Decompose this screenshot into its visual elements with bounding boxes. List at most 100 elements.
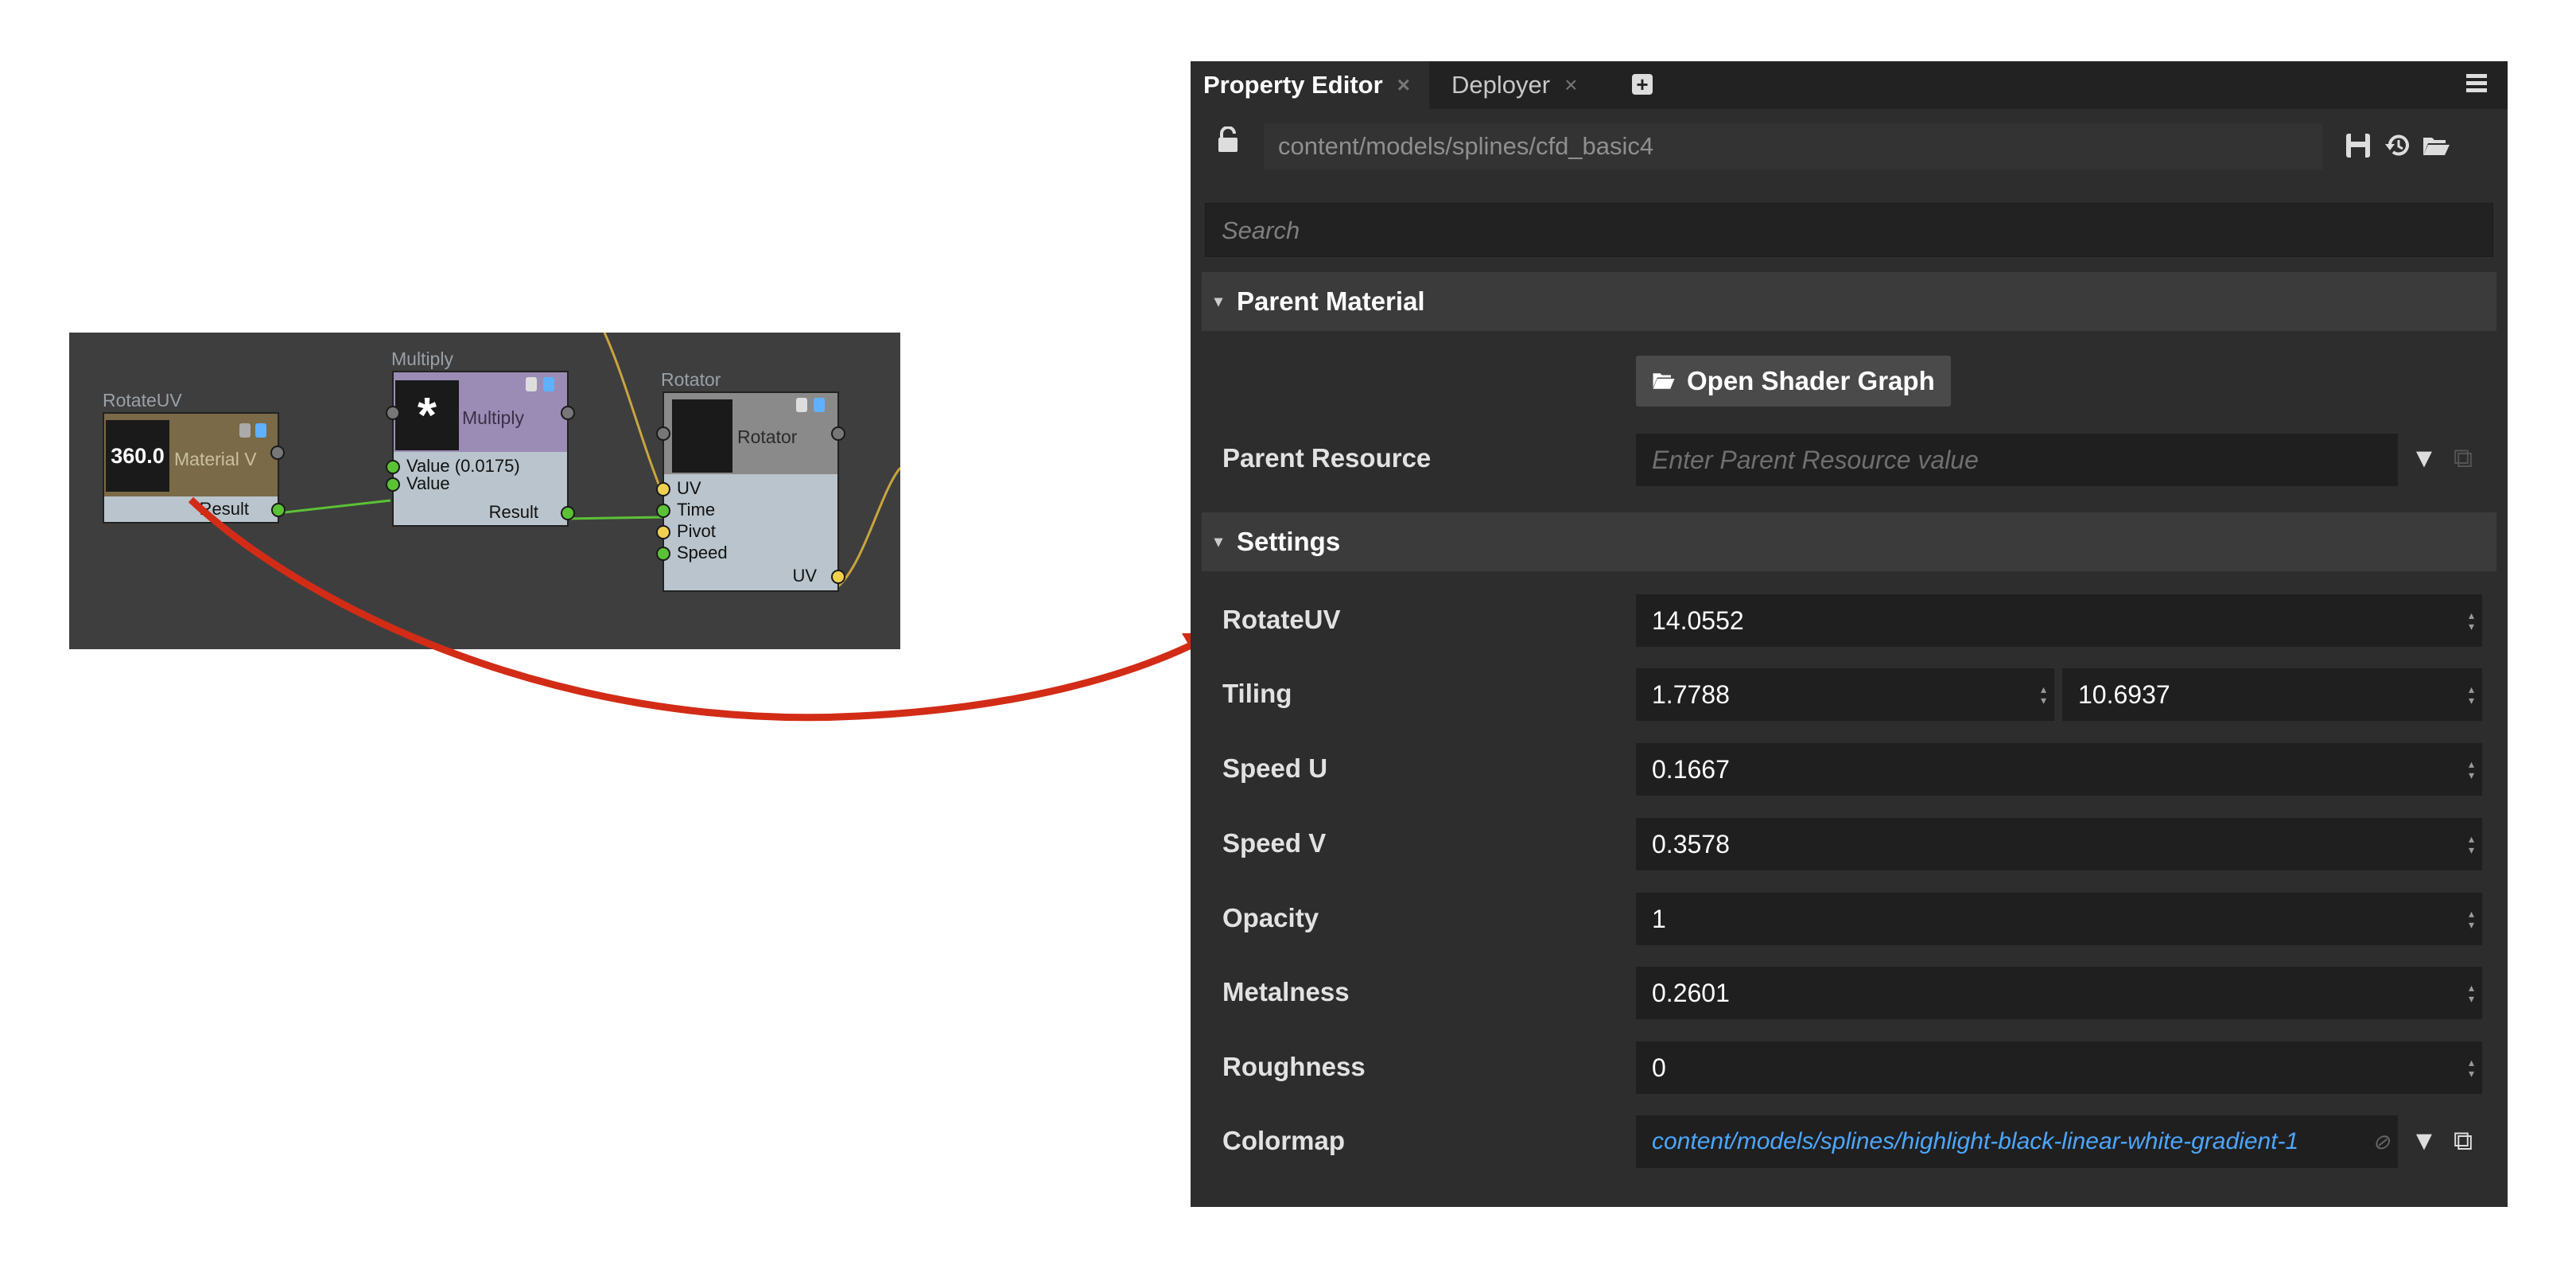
- metalness-input[interactable]: 0.2601 ▴ ▾: [1636, 967, 2482, 1019]
- parent-resource-input[interactable]: Enter Parent Resource value: [1636, 434, 2398, 486]
- stepper-icon[interactable]: ▴ ▾: [2469, 758, 2474, 780]
- rotateuv-label: RotateUV: [1222, 605, 1341, 634]
- open-shader-graph-button[interactable]: Open Shader Graph: [1636, 356, 1951, 407]
- multiply-left-port[interactable]: [386, 406, 400, 420]
- rotator-speed-port[interactable]: [656, 547, 670, 561]
- multiply-thumb: *: [395, 380, 459, 450]
- tab-bar: Property Editor × Deployer × +: [1191, 61, 2508, 109]
- lock-icon[interactable]: [1216, 127, 1240, 154]
- section-settings-title: Settings: [1237, 527, 1341, 556]
- rotateuv-node-label: Material V: [174, 449, 257, 469]
- metalness-label: Metalness: [1222, 977, 1350, 1006]
- folder-open-icon[interactable]: [2420, 130, 2452, 162]
- folder-open-icon[interactable]: ▼: [2408, 443, 2440, 474]
- stepper-icon[interactable]: ▴ ▾: [2469, 1057, 2474, 1079]
- resource-path-row: content/models/splines/cfd_basic4: [1191, 109, 2508, 181]
- rotateuv-node[interactable]: 360.0 Material V Result: [103, 412, 286, 524]
- stepper-icon[interactable]: ▴ ▾: [2469, 908, 2474, 930]
- roughness-input[interactable]: 0 ▴ ▾: [1636, 1041, 2482, 1094]
- property-editor-panel: Property Editor × Deployer × + content/m…: [1191, 61, 2508, 1207]
- add-tab-icon[interactable]: +: [1632, 74, 1653, 95]
- stepper-icon[interactable]: ▴ ▾: [2469, 982, 2474, 1004]
- multiply-node-label: Multiply: [462, 407, 524, 428]
- speed-v-label: Speed V: [1222, 828, 1327, 858]
- stepper-icon[interactable]: ▴ ▾: [2469, 683, 2474, 706]
- rotator-output-label: UV: [792, 566, 817, 586]
- rotator-uv-port[interactable]: [656, 482, 670, 496]
- multiply-value1-port[interactable]: [386, 460, 400, 474]
- rotateuv-value: 14.0552: [1652, 605, 1744, 635]
- multiply-input-value2: Value: [406, 473, 450, 493]
- rotator-pivot-port[interactable]: [656, 525, 670, 539]
- clear-icon[interactable]: ⊘: [2372, 1130, 2390, 1154]
- multiply-node-title: Multiply: [391, 348, 453, 369]
- metalness-value: 0.2601: [1652, 978, 1730, 1007]
- multiply-node[interactable]: * Multiply Value (0.0175) Value Result: [386, 371, 575, 527]
- speed-u-input[interactable]: 0.1667 ▴ ▾: [1636, 743, 2482, 796]
- rotateuv-input[interactable]: 14.0552 ▴ ▾: [1636, 594, 2482, 647]
- folder-open-icon[interactable]: ▼: [2408, 1126, 2440, 1157]
- stepper-icon[interactable]: ▴ ▾: [2469, 833, 2474, 855]
- rotateuv-node-title: RotateUV: [103, 390, 182, 411]
- stepper-icon[interactable]: ▴ ▾: [2469, 609, 2474, 632]
- rotator-right-port[interactable]: [831, 426, 845, 441]
- close-icon[interactable]: ×: [1564, 72, 1577, 98]
- info-icon: [814, 398, 825, 412]
- rotator-thumb: [672, 399, 732, 473]
- multiply-right-port[interactable]: [561, 406, 575, 420]
- roughness-label: Roughness: [1222, 1052, 1366, 1081]
- speed-u-value: 0.1667: [1652, 754, 1730, 784]
- save-icon[interactable]: [2342, 130, 2374, 162]
- colormap-label: Colormap: [1222, 1126, 1346, 1155]
- speed-v-value: 0.3578: [1652, 829, 1730, 858]
- info-icon: [543, 377, 554, 391]
- chevron-down-icon: ▾: [1214, 293, 1223, 310]
- external-link-icon: ⧉: [2453, 443, 2473, 473]
- resource-path-field[interactable]: content/models/splines/cfd_basic4: [1264, 123, 2322, 169]
- colormap-input[interactable]: content/models/splines/highlight-black-l…: [1636, 1115, 2398, 1168]
- tab-deployer[interactable]: Deployer ×: [1429, 61, 1612, 109]
- folder-open-icon: [1653, 373, 1675, 389]
- section-settings[interactable]: ▾ Settings: [1202, 512, 2496, 571]
- rotator-left-port[interactable]: [656, 426, 670, 441]
- rotateuv-result-port[interactable]: [271, 503, 286, 517]
- tab-property-editor-label: Property Editor: [1203, 71, 1383, 99]
- settings-icon: [239, 423, 251, 438]
- node-graph-canvas[interactable]: RotateUV 360.0 Material V Result Multipl…: [69, 333, 900, 649]
- tiling-y-input[interactable]: 10.6937 ▴ ▾: [2062, 668, 2482, 721]
- rotator-input-time: Time: [677, 500, 716, 520]
- rotateuv-input-port[interactable]: [270, 446, 285, 460]
- colormap-value[interactable]: content/models/splines/highlight-black-l…: [1652, 1128, 2298, 1155]
- tiling-label: Tiling: [1222, 679, 1292, 708]
- multiply-output-label: Result: [488, 502, 538, 522]
- tab-deployer-label: Deployer: [1451, 71, 1551, 99]
- external-link-icon[interactable]: ⧉: [2447, 1126, 2479, 1157]
- opacity-value: 1: [1652, 904, 1666, 933]
- rotator-input-speed: Speed: [677, 543, 728, 562]
- multiply-result-port[interactable]: [561, 506, 575, 520]
- speed-v-input[interactable]: 0.3578 ▴ ▾: [1636, 818, 2482, 870]
- section-parent-material[interactable]: ▾ Parent Material: [1202, 272, 2496, 331]
- info-icon: [255, 423, 266, 438]
- opacity-label: Opacity: [1222, 903, 1319, 932]
- speed-u-label: Speed U: [1222, 753, 1328, 783]
- tiling-x-input[interactable]: 1.7788 ▴ ▾: [1636, 668, 2054, 721]
- settings-icon: [526, 377, 537, 391]
- rotator-input-uv: UV: [677, 478, 701, 498]
- rotator-node[interactable]: Rotator UV Time Pivot Speed UV: [656, 391, 845, 592]
- tiling-x-value: 1.7788: [1652, 679, 1730, 709]
- search-input[interactable]: Search: [1205, 203, 2493, 257]
- close-icon[interactable]: ×: [1397, 72, 1410, 98]
- rotateuv-output-label: Result: [199, 499, 249, 519]
- hamburger-menu-icon[interactable]: [2466, 74, 2487, 95]
- stepper-icon[interactable]: ▴ ▾: [2041, 683, 2046, 706]
- tab-property-editor[interactable]: Property Editor ×: [1191, 61, 1429, 109]
- rotator-uv-output-port[interactable]: [831, 570, 845, 584]
- multiply-value2-port[interactable]: [386, 477, 400, 492]
- opacity-input[interactable]: 1 ▴ ▾: [1636, 893, 2482, 945]
- roughness-value: 0: [1652, 1053, 1666, 1082]
- rotator-time-port[interactable]: [656, 504, 670, 518]
- section-parent-material-title: Parent Material: [1237, 286, 1425, 316]
- revert-icon[interactable]: [2382, 130, 2414, 162]
- rotator-input-pivot: Pivot: [677, 521, 716, 541]
